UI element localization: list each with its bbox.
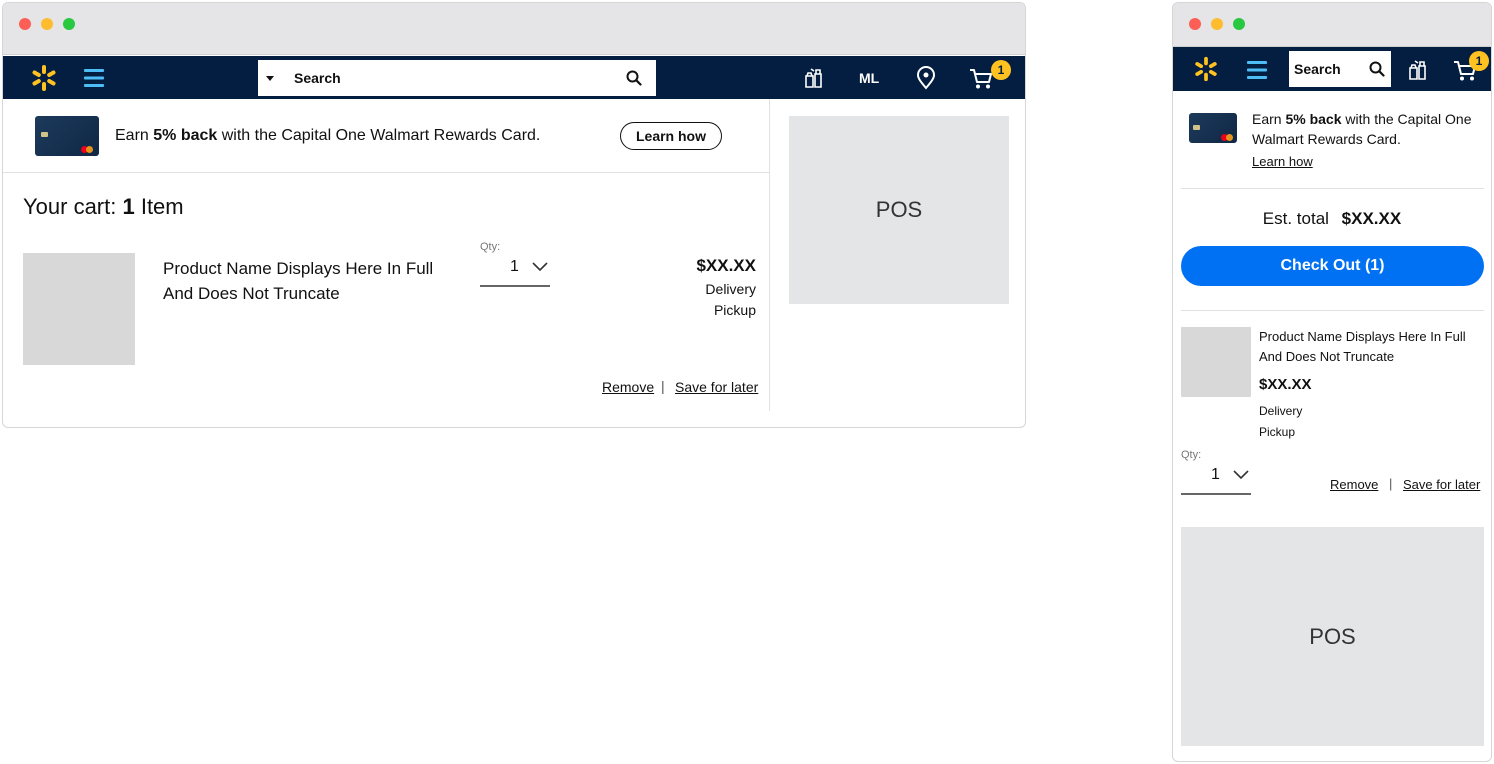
promo-text: Earn 5% back with the Capital One Walmar…: [1252, 111, 1472, 147]
maximize-window-button[interactable]: [63, 18, 75, 30]
est-total-label: Est. total: [1262, 209, 1329, 228]
divider: [1181, 188, 1484, 189]
search-bar[interactable]: Search: [258, 60, 656, 96]
reorder-icon[interactable]: [803, 66, 825, 90]
cart-count-badge: 1: [991, 60, 1011, 80]
window-titlebar: [3, 3, 1025, 55]
save-for-later-link[interactable]: Save for later: [675, 379, 758, 395]
product-price: $XX.XX: [1259, 376, 1312, 393]
minimize-window-button[interactable]: [41, 18, 53, 30]
divider: [1181, 310, 1484, 311]
mobile-browser-window: Search 1 Earn 5% back with the Capital O…: [1172, 2, 1492, 762]
qty-label: Qty:: [1181, 449, 1202, 461]
fulfillment-delivery: Delivery: [1259, 404, 1303, 418]
minimize-window-button[interactable]: [1211, 18, 1223, 30]
cart-icon[interactable]: [969, 68, 993, 90]
credit-card-image: [1189, 113, 1237, 143]
checkout-button[interactable]: Check Out (1): [1181, 246, 1484, 286]
quantity-select[interactable]: 1: [1181, 461, 1251, 495]
window-titlebar: [1173, 3, 1491, 47]
qty-label: Qty:: [480, 241, 501, 253]
product-image-placeholder[interactable]: [1181, 327, 1251, 397]
est-total-value: $XX.XX: [1341, 209, 1402, 228]
quantity-select[interactable]: 1: [480, 253, 550, 287]
remove-link[interactable]: Remove: [1330, 477, 1378, 492]
search-input[interactable]: Search: [1294, 61, 1341, 77]
action-separator: |: [1389, 476, 1393, 491]
header-nav: Search ML 1: [3, 56, 1025, 99]
fulfillment-delivery: Delivery: [705, 281, 756, 297]
quantity-value: 1: [1211, 466, 1220, 483]
desktop-browser-window: Search ML 1 Earn 5% back with the Capita…: [2, 2, 1026, 428]
search-icon[interactable]: [626, 70, 642, 86]
action-separator: |: [661, 378, 665, 394]
product-price: $XX.XX: [696, 256, 756, 275]
product-image-placeholder[interactable]: [23, 253, 135, 365]
fulfillment-options: Delivery Pickup: [1259, 401, 1302, 443]
location-pin-icon[interactable]: [915, 66, 937, 90]
promo-text: Earn 5% back with the Capital One Walmar…: [115, 127, 541, 144]
hamburger-menu-icon[interactable]: [1247, 59, 1267, 81]
chevron-down-icon: [1233, 470, 1249, 480]
divider: [3, 172, 769, 173]
close-window-button[interactable]: [19, 18, 31, 30]
fulfillment-pickup: Pickup: [713, 302, 756, 318]
spark-logo-icon[interactable]: [30, 64, 58, 92]
product-name[interactable]: Product Name Displays Here In Full And D…: [163, 256, 433, 306]
quantity-value: 1: [510, 258, 519, 275]
account-initials[interactable]: ML: [859, 70, 879, 86]
learn-how-button[interactable]: Learn how: [620, 122, 722, 150]
maximize-window-button[interactable]: [1233, 18, 1245, 30]
reorder-icon[interactable]: [1407, 58, 1429, 82]
search-icon[interactable]: [1369, 61, 1385, 77]
spark-logo-icon[interactable]: [1193, 56, 1219, 82]
column-divider: [769, 99, 770, 411]
fulfillment-pickup: Pickup: [1259, 425, 1296, 439]
learn-how-link[interactable]: Learn how: [1252, 154, 1313, 169]
chevron-down-icon: [532, 262, 548, 272]
hamburger-menu-icon[interactable]: [84, 67, 104, 89]
est-total-row: Est. total $XX.XX: [1173, 209, 1491, 229]
pos-ad-placeholder: POS: [1181, 527, 1484, 746]
product-name[interactable]: Product Name Displays Here In Full And D…: [1259, 327, 1466, 367]
cart-count-badge: 1: [1469, 51, 1489, 71]
remove-link[interactable]: Remove: [602, 379, 654, 395]
save-for-later-link[interactable]: Save for later: [1403, 477, 1480, 492]
search-input[interactable]: Search: [294, 70, 341, 86]
close-window-button[interactable]: [1189, 18, 1201, 30]
header-nav: Search 1: [1173, 47, 1491, 91]
pos-ad-placeholder: POS: [789, 116, 1009, 304]
search-bar[interactable]: Search: [1289, 51, 1391, 87]
fulfillment-options: Delivery Pickup: [705, 279, 756, 321]
cart-heading: Your cart: 1 Item: [23, 194, 184, 219]
credit-card-image: [35, 116, 99, 156]
dropdown-caret-icon[interactable]: [266, 76, 274, 81]
